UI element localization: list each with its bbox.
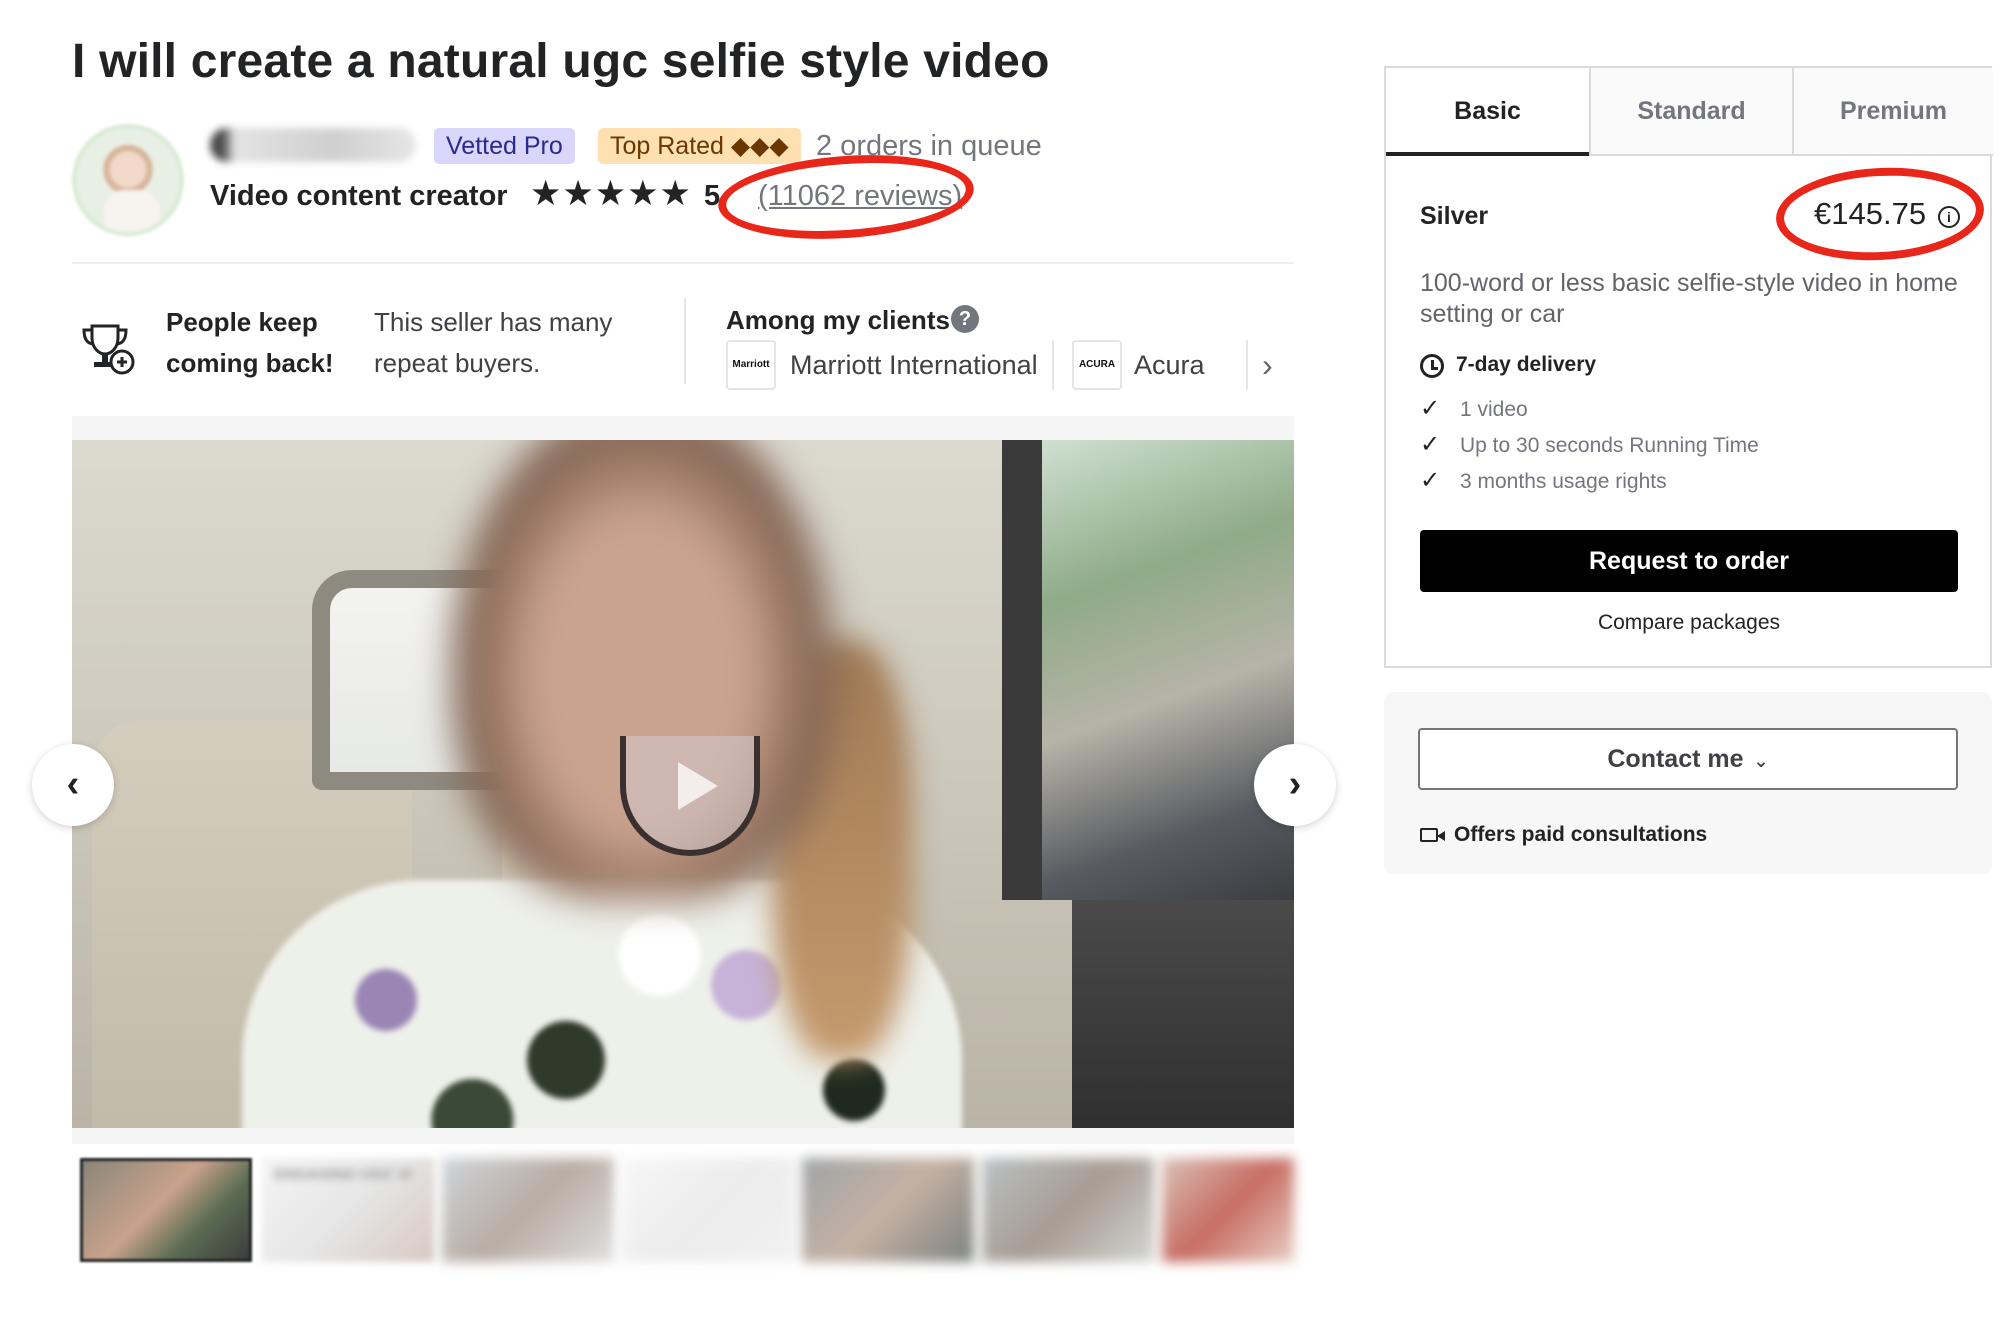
marriott-logo: Marriott xyxy=(726,340,776,390)
thumbnail[interactable] xyxy=(1162,1158,1294,1262)
rating-stars: ★★★★★ xyxy=(530,174,692,213)
check-icon: ✓ xyxy=(1420,467,1441,494)
chevron-down-icon: ⌄ xyxy=(1753,751,1769,771)
thumbnail[interactable] xyxy=(622,1158,794,1262)
seller-name-redacted[interactable] xyxy=(210,128,416,162)
header-divider xyxy=(72,262,1294,264)
contact-card: Contact me ⌄ Offers paid consultations xyxy=(1384,692,1992,874)
tab-premium[interactable]: Premium xyxy=(1792,68,1993,156)
seller-avatar[interactable] xyxy=(72,124,184,236)
thumbnail[interactable] xyxy=(982,1158,1154,1262)
client-name-marriott: Marriott International xyxy=(790,350,1038,380)
annotation-circle-price xyxy=(1773,162,1987,266)
acura-logo: ACURA xyxy=(1072,340,1122,390)
thumbnail[interactable] xyxy=(802,1158,974,1262)
vetted-pro-badge: Vetted Pro xyxy=(434,128,575,164)
video-icon xyxy=(1420,828,1445,842)
thumbnail[interactable] xyxy=(80,1158,252,1262)
gig-page: I will create a natural ugc selfie style… xyxy=(0,0,2000,1332)
gig-video[interactable] xyxy=(72,440,1294,1128)
clients-title: Among my clients xyxy=(726,305,950,335)
tab-basic[interactable]: Basic xyxy=(1386,68,1589,156)
check-icon: ✓ xyxy=(1420,395,1441,422)
package-card: Basic Standard Premium Silver €145.75 i … xyxy=(1384,66,1993,668)
clients-next-arrow[interactable]: › xyxy=(1262,345,1273,385)
compare-packages-link[interactable]: Compare packages xyxy=(1420,608,1958,638)
feature-item: ✓ 1 video xyxy=(1420,395,1528,422)
clock-icon xyxy=(1420,354,1444,378)
thumbnail[interactable] xyxy=(442,1158,614,1262)
feature-item: ✓ 3 months usage rights xyxy=(1420,467,1667,494)
client-separator xyxy=(1052,340,1054,390)
package-description: 100-word or less basic selfie-style vide… xyxy=(1420,269,1958,328)
feature-item: ✓ Up to 30 seconds Running Time xyxy=(1420,431,1759,458)
repeat-buyers-text: This seller has many repeat buyers. xyxy=(374,307,613,378)
check-icon: ✓ xyxy=(1420,431,1441,458)
contact-me-label: Contact me xyxy=(1607,745,1744,773)
client-separator xyxy=(1246,340,1248,390)
trophy-icon xyxy=(82,324,135,375)
gig-title: I will create a natural ugc selfie style… xyxy=(72,35,1050,88)
help-icon[interactable]: ? xyxy=(951,305,979,333)
thumbnail-label: ENGAGING UGC VI xyxy=(274,1166,412,1183)
client-name-acura: Acura xyxy=(1134,350,1205,380)
request-to-order-button[interactable]: Request to order xyxy=(1420,530,1958,592)
contact-me-button[interactable]: Contact me ⌄ xyxy=(1418,728,1958,790)
repeat-buyers-title: People keep coming back! xyxy=(166,307,334,378)
delivery-time: 7-day delivery xyxy=(1456,353,1597,376)
tab-standard[interactable]: Standard xyxy=(1589,68,1792,156)
gallery-next-button[interactable]: › xyxy=(1254,744,1336,826)
package-name: Silver xyxy=(1420,202,1489,230)
rating-value: 5 xyxy=(704,180,721,212)
paid-consultations-text: Offers paid consultations xyxy=(1454,823,1708,846)
gallery-thumbnails: ENGAGING UGC VI xyxy=(80,1158,1294,1262)
thumbnail[interactable]: ENGAGING UGC VI xyxy=(262,1158,434,1262)
top-rated-badge: Top Rated ◆◆◆ xyxy=(598,128,801,164)
highlights-divider xyxy=(684,298,686,384)
seller-subtitle: Video content creator xyxy=(210,180,508,212)
gallery-prev-button[interactable]: ‹ xyxy=(32,744,114,826)
